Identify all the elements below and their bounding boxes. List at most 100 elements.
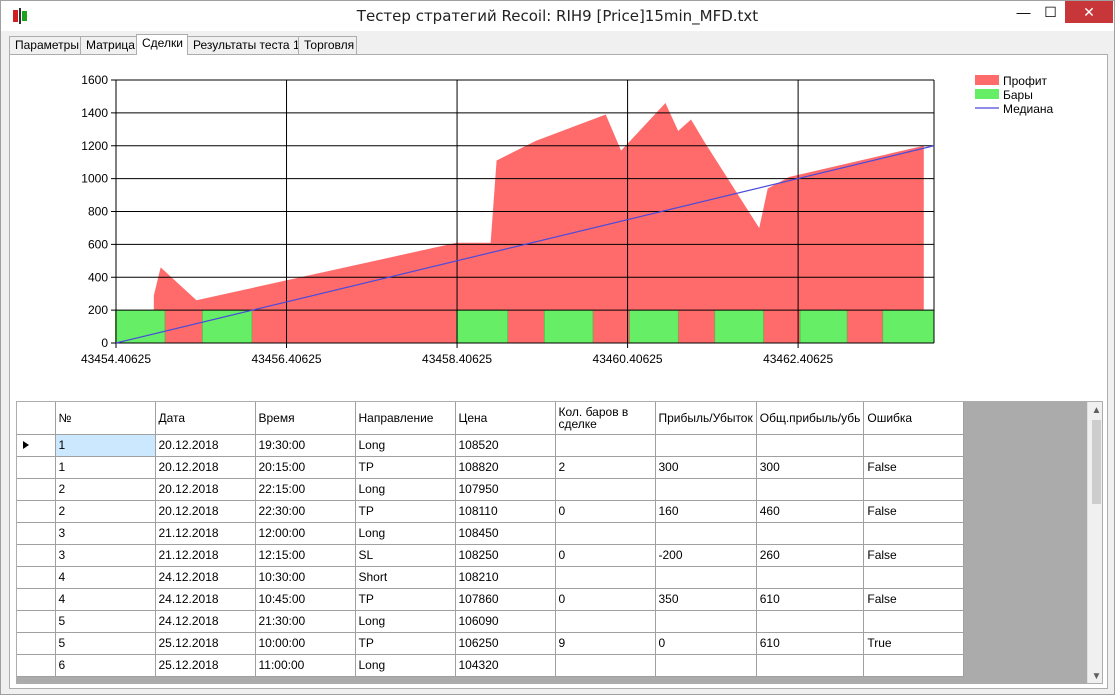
table-cell[interactable] [863,478,965,501]
tab-test-results-1[interactable]: Результаты теста 1 [187,36,300,54]
table-cell[interactable]: SL [355,544,456,567]
table-cell[interactable]: 106250 [455,632,556,655]
table-cell[interactable]: 460 [756,500,865,523]
table-cell[interactable]: 5 [55,632,156,655]
column-header[interactable]: Ошибка [863,402,965,435]
table-cell[interactable]: 22:30:00 [255,500,356,523]
column-header[interactable]: Время [255,402,356,435]
table-cell[interactable]: 20.12.2018 [155,434,256,457]
table-cell[interactable]: 107860 [455,588,556,611]
table-row[interactable]: 1 20.12.2018 20:15:00 TP 108820 2 300 300 False [17,456,965,479]
table-cell[interactable]: 108110 [455,500,556,523]
table-cell[interactable]: 610 [756,632,865,655]
table-cell[interactable]: 160 [655,500,757,523]
table-cell[interactable]: 20.12.2018 [155,456,256,479]
table-cell[interactable]: 10:00:00 [255,632,356,655]
table-cell[interactable]: Long [355,522,456,545]
table-cell[interactable]: 10:30:00 [255,566,356,589]
table-cell[interactable]: 3 [55,522,156,545]
column-header[interactable]: Прибыль/Убыток [655,402,757,435]
table-cell[interactable] [756,654,865,677]
scroll-up-arrow-icon[interactable]: ▲ [1088,402,1102,419]
row-header[interactable] [17,588,56,611]
table-row[interactable]: 6 25.12.2018 11:00:00 Long 104320 [17,654,965,677]
table-cell[interactable] [555,522,656,545]
table-cell[interactable] [555,434,656,457]
column-header[interactable]: Направление [355,402,456,435]
table-cell[interactable]: 3 [55,544,156,567]
table-cell[interactable]: 610 [756,588,865,611]
tab-deals[interactable]: Сделки [136,34,188,55]
table-row[interactable]: 4 24.12.2018 10:45:00 TP 107860 0 350 610 False [17,588,965,611]
row-header[interactable] [17,632,56,655]
table-cell[interactable]: 300 [655,456,757,479]
table-cell[interactable]: 4 [55,566,156,589]
table-cell[interactable]: 21.12.2018 [155,544,256,567]
table-cell[interactable]: 300 [756,456,865,479]
table-cell[interactable]: 21.12.2018 [155,522,256,545]
table-cell[interactable]: Long [355,478,456,501]
table-row[interactable]: 1 20.12.2018 19:30:00 Long 108520 [17,434,965,457]
table-cell[interactable]: 24.12.2018 [155,610,256,633]
table-cell[interactable]: False [863,588,965,611]
table-cell[interactable] [863,434,965,457]
tab-matrix[interactable]: Матрица [80,36,137,54]
vertical-scrollbar[interactable]: ▲ ▼ [1087,402,1102,683]
table-cell[interactable]: 0 [655,632,757,655]
table-cell[interactable]: 20.12.2018 [155,500,256,523]
row-header[interactable] [17,544,56,567]
table-cell[interactable]: False [863,544,965,567]
table-cell[interactable] [863,610,965,633]
table-cell[interactable]: 106090 [455,610,556,633]
table-cell[interactable] [863,522,965,545]
scroll-thumb[interactable] [1092,420,1101,504]
table-cell[interactable]: 260 [756,544,865,567]
table-cell[interactable]: True [863,632,965,655]
table-cell[interactable]: 12:15:00 [255,544,356,567]
table-cell[interactable]: 108520 [455,434,556,457]
table-cell[interactable]: 2 [55,478,156,501]
table-cell[interactable] [655,434,757,457]
column-header[interactable]: Цена [455,402,556,435]
table-cell[interactable] [655,566,757,589]
deals-grid[interactable]: № Дата Время Направление Цена Кол. баров… [16,401,1103,684]
table-cell[interactable] [555,654,656,677]
table-cell[interactable] [756,434,865,457]
column-header[interactable]: Кол. баров в сделке [555,402,656,435]
table-cell[interactable]: 108820 [455,456,556,479]
table-row[interactable]: 3 21.12.2018 12:00:00 Long 108450 [17,522,965,545]
table-cell[interactable]: 5 [55,610,156,633]
table-cell[interactable] [655,522,757,545]
table-cell[interactable]: Short [355,566,456,589]
table-cell[interactable] [863,566,965,589]
row-header[interactable] [17,434,56,457]
table-cell[interactable] [756,566,865,589]
column-header[interactable]: Общ.прибыль/убь [756,402,865,435]
table-cell[interactable]: 350 [655,588,757,611]
table-cell[interactable] [655,610,757,633]
row-header[interactable] [17,566,56,589]
table-cell[interactable] [555,610,656,633]
table-cell[interactable]: 108210 [455,566,556,589]
table-cell[interactable] [655,478,757,501]
table-cell[interactable]: 4 [55,588,156,611]
table-cell[interactable]: 1 [55,456,156,479]
table-cell[interactable]: 9 [555,632,656,655]
table-cell[interactable]: 0 [555,500,656,523]
table-cell[interactable]: Long [355,610,456,633]
table-cell[interactable]: 20:15:00 [255,456,356,479]
row-header[interactable] [17,610,56,633]
table-cell[interactable]: 104320 [455,654,556,677]
table-cell[interactable] [756,478,865,501]
scroll-down-arrow-icon[interactable]: ▼ [1088,668,1102,683]
table-row[interactable]: 3 21.12.2018 12:15:00 SL 108250 0 -200 260 False [17,544,965,567]
column-header[interactable]: № [55,402,156,435]
table-row[interactable]: 5 25.12.2018 10:00:00 TP 106250 9 0 610 True [17,632,965,655]
title-bar[interactable]: Тестер стратегий Recoil: RIH9 [Price]15m… [1,1,1114,31]
table-cell[interactable]: 20.12.2018 [155,478,256,501]
table-cell[interactable]: TP [355,632,456,655]
table-cell[interactable] [555,478,656,501]
table-cell[interactable]: 24.12.2018 [155,566,256,589]
row-header[interactable] [17,500,56,523]
tab-parameters[interactable]: Параметры [9,36,81,54]
